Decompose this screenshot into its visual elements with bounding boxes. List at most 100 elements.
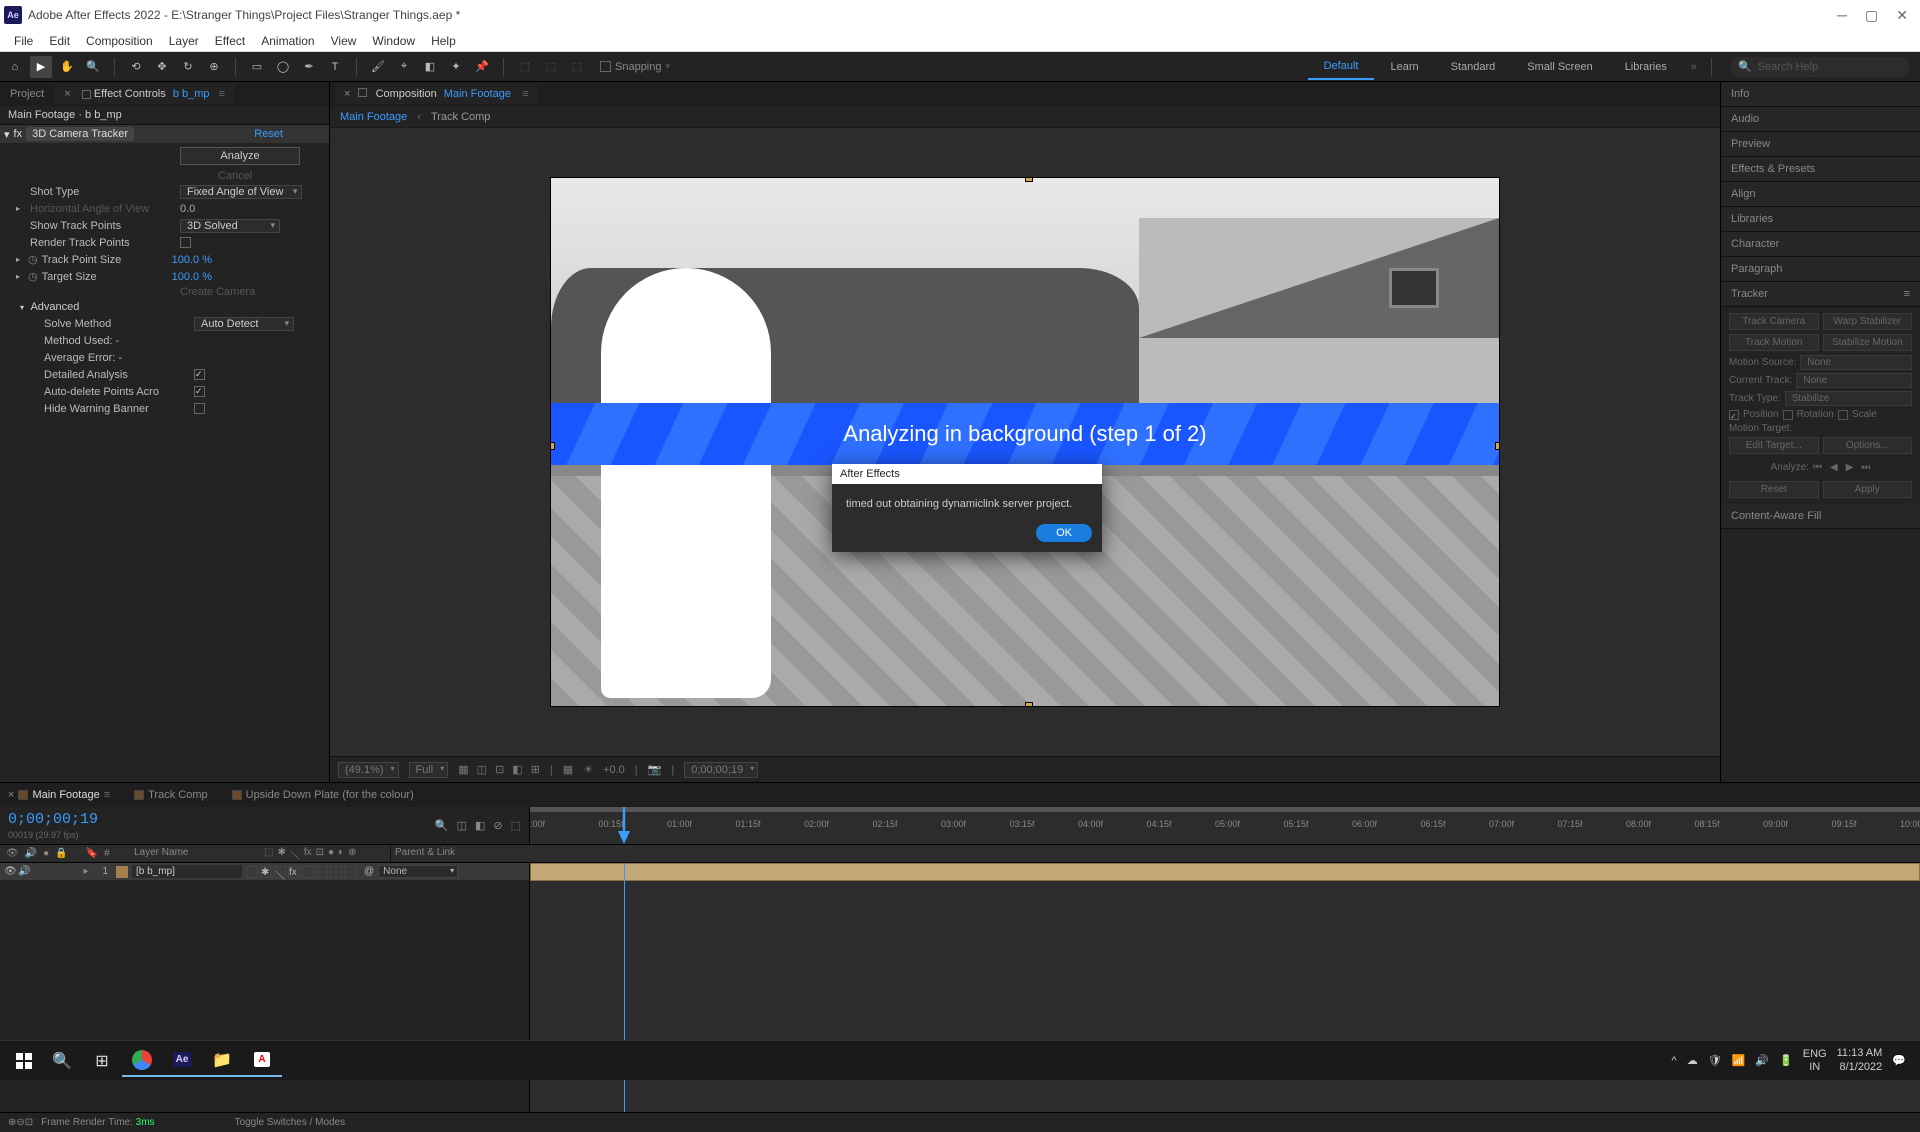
layer-row-1[interactable]: 👁 🔊 ▸ 1 [b b_mp] ✱ ＼ fx <box>0 863 529 881</box>
tracker-panel-header[interactable]: Tracker≡ <box>1721 282 1920 307</box>
zoom-dropdown[interactable]: (49.1%) <box>338 762 399 778</box>
info-panel-header[interactable]: Info <box>1721 82 1920 107</box>
minimize-button[interactable]: ─ <box>1837 7 1847 24</box>
stopwatch-icon[interactable]: ◷ <box>28 270 38 283</box>
col-layer-name[interactable]: Layer Name <box>130 845 260 862</box>
libraries-panel-header[interactable]: Libraries <box>1721 207 1920 232</box>
expand-masks-icon[interactable]: ⊡ <box>25 1117 33 1128</box>
taskbar-search-icon[interactable]: 🔍 <box>42 1045 82 1077</box>
rotation-checkbox[interactable] <box>1783 410 1793 420</box>
puppet-tool[interactable]: 📌 <box>471 56 493 78</box>
search-help-input[interactable]: 🔍 Search Help <box>1730 57 1910 77</box>
menu-edit[interactable]: Edit <box>41 32 78 50</box>
resolution-dropdown[interactable]: Full <box>409 762 449 778</box>
lock-tab-icon[interactable] <box>82 90 91 99</box>
taskbar-taskview-icon[interactable]: ⊞ <box>82 1045 122 1077</box>
taskbar-chrome-icon[interactable] <box>122 1045 162 1077</box>
scale-checkbox[interactable] <box>1838 410 1848 420</box>
shy-icon[interactable]: ⊘ <box>493 819 502 832</box>
analyze-button[interactable]: Analyze <box>180 147 300 165</box>
selection-tool[interactable]: ▶ <box>30 56 52 78</box>
taskbar-adobe-icon[interactable]: A <box>242 1045 282 1077</box>
snapping-checkbox[interactable] <box>600 61 611 72</box>
tray-lang2[interactable]: IN <box>1803 1061 1827 1073</box>
video-toggle-icon[interactable]: 👁 <box>6 848 19 859</box>
brush-tool[interactable]: 🖌 <box>367 56 389 78</box>
taskbar-after-effects-icon[interactable]: Ae <box>162 1045 202 1077</box>
flowchart-crumb-2[interactable]: Track Comp <box>431 111 491 123</box>
lock-tab-icon[interactable] <box>358 88 367 97</box>
menu-effect[interactable]: Effect <box>207 32 253 50</box>
layer-frame-blend-switch[interactable] <box>302 866 314 878</box>
detailed-analysis-checkbox[interactable] <box>194 369 205 380</box>
time-ruler[interactable]: :00f00:15f01:00f01:15f02:00f02:15f03:00f… <box>530 807 1920 844</box>
show-track-points-dropdown[interactable]: 3D Solved <box>180 219 280 233</box>
axis-local-icon[interactable]: ⬚ <box>514 56 536 78</box>
layer-shy-switch[interactable] <box>246 866 258 878</box>
project-tab[interactable]: Project <box>0 84 54 104</box>
pan-behind-tool[interactable]: ✥ <box>151 56 173 78</box>
comp-mini-flowchart-icon[interactable]: ◫ <box>457 819 467 832</box>
layer-fx-switch[interactable]: fx <box>288 866 300 878</box>
exposure-icon[interactable]: ☀ <box>583 763 593 776</box>
region-icon[interactable]: ⊡ <box>495 763 504 776</box>
orbit-tool[interactable]: ⟲ <box>125 56 147 78</box>
home-tool[interactable]: ⌂ <box>4 56 26 78</box>
shot-type-dropdown[interactable]: Fixed Angle of View <box>180 185 302 199</box>
timeline-tab-track[interactable]: Track Comp <box>134 789 208 801</box>
tray-lang1[interactable]: ENG <box>1803 1048 1827 1060</box>
composition-canvas[interactable]: Analyzing in background (step 1 of 2) <box>550 177 1500 707</box>
toggle-switches-button[interactable]: Toggle Switches / Modes <box>235 1117 346 1128</box>
effect-name[interactable]: 3D Camera Tracker <box>26 127 134 141</box>
render-track-points-checkbox[interactable] <box>180 237 191 248</box>
advanced-twirl-icon[interactable]: ▾ <box>20 303 24 312</box>
axis-world-icon[interactable]: ⬚ <box>540 56 562 78</box>
position-checkbox[interactable] <box>1729 410 1739 420</box>
menu-file[interactable]: File <box>6 32 41 50</box>
reset-button[interactable]: Reset <box>254 128 323 140</box>
menu-animation[interactable]: Animation <box>253 32 322 50</box>
content-aware-fill-header[interactable]: Content-Aware Fill <box>1721 504 1920 529</box>
composition-viewer[interactable]: Analyzing in background (step 1 of 2) <box>330 128 1720 756</box>
type-tool[interactable]: T <box>324 56 346 78</box>
character-panel-header[interactable]: Character <box>1721 232 1920 257</box>
target-size-twirl-icon[interactable]: ▸ <box>16 272 20 281</box>
expand-props-icon[interactable]: ⊕ <box>8 1117 16 1128</box>
hide-warning-checkbox[interactable] <box>194 403 205 414</box>
start-button[interactable] <box>6 1045 42 1077</box>
flowchart-crumb-1[interactable]: Main Footage <box>340 111 407 123</box>
zoom-tool[interactable]: 🔍 <box>82 56 104 78</box>
workspace-learn[interactable]: Learn <box>1374 55 1434 79</box>
workspace-default[interactable]: Default <box>1308 54 1375 80</box>
target-size-value[interactable]: 100.0 % <box>172 271 212 283</box>
timeline-tab-main[interactable]: ×Main Footage≡ <box>8 789 110 801</box>
menu-layer[interactable]: Layer <box>161 32 207 50</box>
taskbar-explorer-icon[interactable]: 📁 <box>202 1045 242 1077</box>
mask-toggle-icon[interactable]: ◫ <box>477 763 487 776</box>
paragraph-panel-header[interactable]: Paragraph <box>1721 257 1920 282</box>
audio-panel-header[interactable]: Audio <box>1721 107 1920 132</box>
menu-window[interactable]: Window <box>364 32 423 50</box>
warp-stabilizer-button[interactable]: Warp Stabilizer <box>1823 313 1913 330</box>
layer-name[interactable]: [b b_mp] <box>132 865 242 878</box>
workspace-overflow-icon[interactable]: » <box>1683 61 1705 73</box>
stabilize-motion-button[interactable]: Stabilize Motion <box>1823 334 1913 351</box>
axis-view-icon[interactable]: ⬚ <box>566 56 588 78</box>
parent-dropdown[interactable]: None <box>378 865 458 878</box>
guides-icon[interactable]: ⊞ <box>531 763 540 776</box>
panel-menu-icon[interactable]: ≡ <box>1904 288 1910 300</box>
clone-tool[interactable]: ⌖ <box>393 56 415 78</box>
chevron-left-icon[interactable]: ‹ <box>417 111 421 123</box>
workspace-standard[interactable]: Standard <box>1435 55 1512 79</box>
panel-menu-icon[interactable]: ≡ <box>219 88 225 100</box>
graph-editor-icon[interactable]: ⬚ <box>511 819 521 832</box>
hand-tool[interactable]: ✋ <box>56 56 78 78</box>
rectangle-tool[interactable]: ▭ <box>246 56 268 78</box>
track-motion-button[interactable]: Track Motion <box>1729 334 1819 351</box>
layer-color-label[interactable] <box>116 866 128 878</box>
panel-menu-icon[interactable]: ≡ <box>522 88 528 100</box>
effect-twirl-icon[interactable]: ▾ <box>4 128 10 141</box>
lock-toggle-icon[interactable]: 🔒 <box>55 848 67 859</box>
audio-toggle-icon[interactable]: 🔊 <box>25 848 37 859</box>
motion-source-dropdown[interactable]: None <box>1800 355 1912 370</box>
